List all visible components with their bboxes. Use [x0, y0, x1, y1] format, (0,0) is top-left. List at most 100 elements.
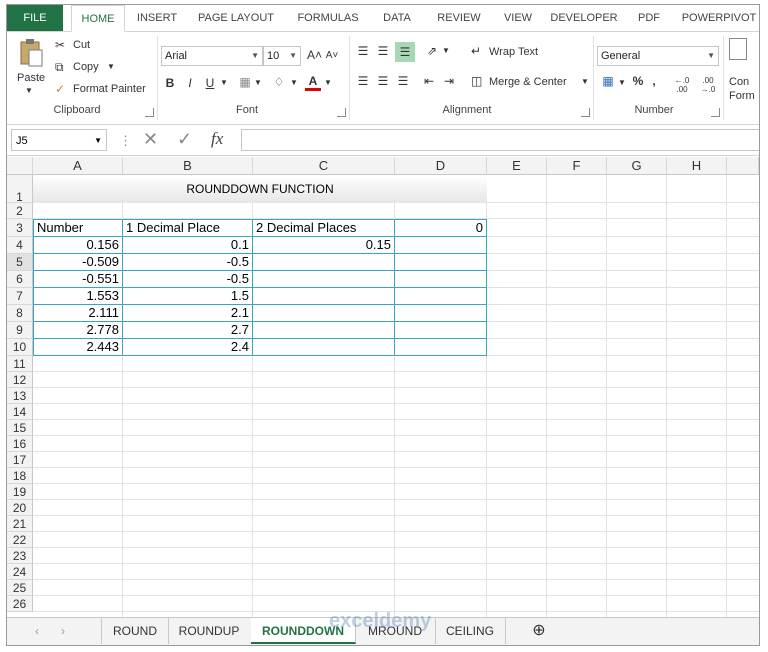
- row-header[interactable]: 16: [7, 436, 33, 452]
- accounting-format-icon[interactable]: ▦: [599, 74, 617, 88]
- row-header[interactable]: 22: [7, 532, 33, 548]
- column-header[interactable]: G: [607, 157, 667, 175]
- table-cell[interactable]: 2.4: [123, 339, 252, 355]
- table-cell[interactable]: -0.509: [34, 254, 122, 270]
- tab-data[interactable]: DATA: [375, 5, 419, 31]
- row-header[interactable]: 9: [7, 322, 33, 339]
- sheet-tab-ceiling[interactable]: CEILING: [435, 618, 506, 644]
- clipboard-launcher-icon[interactable]: [145, 108, 154, 117]
- column-header[interactable]: A: [33, 157, 123, 175]
- chevron-down-icon[interactable]: ▼: [219, 78, 229, 87]
- name-box[interactable]: J5 ▼: [11, 129, 107, 151]
- row-header[interactable]: 23: [7, 548, 33, 564]
- table-header-cell[interactable]: 0: [395, 220, 486, 236]
- increase-indent-icon[interactable]: ⇥: [441, 74, 457, 88]
- row-header[interactable]: 24: [7, 564, 33, 580]
- merge-center-button[interactable]: ◫ Merge & Center ▼: [471, 74, 591, 92]
- sheet-tab-roundup[interactable]: ROUNDUP: [167, 618, 252, 644]
- conditional-formatting-button[interactable]: Con Form: [727, 36, 759, 102]
- number-format-select[interactable]: General ▼: [597, 46, 719, 66]
- alignment-launcher-icon[interactable]: [581, 108, 590, 117]
- underline-button[interactable]: U: [203, 76, 217, 90]
- table-header-cell[interactable]: 1 Decimal Place: [123, 220, 252, 236]
- table-cell[interactable]: 1.5: [123, 288, 252, 304]
- borders-icon[interactable]: ▦: [237, 75, 253, 89]
- row-header[interactable]: 6: [7, 271, 33, 288]
- column-header[interactable]: C: [253, 157, 395, 175]
- row-header[interactable]: 17: [7, 452, 33, 468]
- table-cell[interactable]: 1.553: [34, 288, 122, 304]
- font-launcher-icon[interactable]: [337, 108, 346, 117]
- column-header[interactable]: E: [487, 157, 547, 175]
- tab-review[interactable]: REVIEW: [431, 5, 487, 31]
- column-header[interactable]: [727, 157, 759, 175]
- bold-button[interactable]: B: [163, 76, 177, 90]
- format-painter-button[interactable]: ✓ Format Painter: [55, 82, 151, 98]
- align-right-icon[interactable]: ☰: [395, 74, 411, 88]
- row-header[interactable]: 7: [7, 288, 33, 305]
- tab-powerpivot[interactable]: POWERPIVOT: [679, 5, 759, 31]
- align-bottom-icon[interactable]: ☰: [395, 42, 415, 62]
- align-left-icon[interactable]: ☰: [355, 74, 371, 88]
- table-cell[interactable]: -0.5: [123, 271, 252, 287]
- row-header[interactable]: 5: [7, 254, 33, 271]
- row-header[interactable]: 20: [7, 500, 33, 516]
- copy-button[interactable]: ⧉ Copy ▼: [55, 60, 125, 76]
- decrease-decimal-button[interactable]: .00 →.0: [697, 76, 719, 94]
- cancel-icon[interactable]: ✕: [143, 129, 158, 150]
- font-name-select[interactable]: Arial ▼: [161, 46, 263, 66]
- tab-formulas[interactable]: FORMULAS: [289, 5, 367, 31]
- insert-function-icon[interactable]: fx: [211, 129, 223, 149]
- row-header[interactable]: 15: [7, 420, 33, 436]
- align-center-icon[interactable]: ☰: [375, 74, 391, 88]
- chevron-down-icon[interactable]: ▼: [253, 78, 263, 87]
- chevron-down-icon[interactable]: ▼: [617, 78, 627, 87]
- column-header[interactable]: F: [547, 157, 607, 175]
- tab-page-layout[interactable]: PAGE LAYOUT: [193, 5, 279, 31]
- align-top-icon[interactable]: ☰: [355, 44, 371, 58]
- worksheet-grid[interactable]: A B C D E F G H 1 2 3 4 5 6 7 8 9 10 11 …: [7, 157, 759, 617]
- table-cell[interactable]: 0.1: [123, 237, 252, 253]
- row-header[interactable]: 13: [7, 388, 33, 404]
- table-cell[interactable]: 2.1: [123, 305, 252, 321]
- table-header-cell[interactable]: 2 Decimal Places: [253, 220, 394, 236]
- table-cell[interactable]: 2.778: [34, 322, 122, 338]
- tab-file[interactable]: FILE: [7, 5, 63, 31]
- row-header[interactable]: 19: [7, 484, 33, 500]
- decrease-indent-icon[interactable]: ⇤: [421, 74, 437, 88]
- row-header[interactable]: 25: [7, 580, 33, 596]
- font-size-select[interactable]: 10 ▼: [263, 46, 301, 66]
- row-header[interactable]: 2: [7, 203, 33, 219]
- tab-insert[interactable]: INSERT: [131, 5, 183, 31]
- tab-view[interactable]: VIEW: [497, 5, 539, 31]
- table-cell[interactable]: 2.7: [123, 322, 252, 338]
- table-cell[interactable]: 0.156: [34, 237, 122, 253]
- tab-pdf[interactable]: PDF: [631, 5, 667, 31]
- sheet-tab-round[interactable]: ROUND: [101, 618, 169, 644]
- shrink-font-button[interactable]: A˅: [325, 50, 339, 61]
- fill-color-icon[interactable]: ♢: [271, 75, 287, 89]
- increase-decimal-button[interactable]: ←.0 .00: [671, 76, 693, 94]
- cut-button[interactable]: ✂ Cut: [55, 38, 115, 54]
- formula-input[interactable]: [241, 129, 759, 151]
- row-header[interactable]: 8: [7, 305, 33, 322]
- row-header[interactable]: 14: [7, 404, 33, 420]
- add-sheet-icon[interactable]: ⊕: [527, 618, 551, 644]
- number-launcher-icon[interactable]: [711, 108, 720, 117]
- row-header[interactable]: 10: [7, 339, 33, 356]
- grow-font-button[interactable]: A˄: [307, 48, 322, 62]
- column-header[interactable]: D: [395, 157, 487, 175]
- row-header[interactable]: 11: [7, 356, 33, 372]
- table-cell[interactable]: 2.443: [34, 339, 122, 355]
- tab-developer[interactable]: DEVELOPER: [547, 5, 621, 31]
- chevron-down-icon[interactable]: ▼: [323, 78, 333, 87]
- row-header[interactable]: 18: [7, 468, 33, 484]
- column-header[interactable]: B: [123, 157, 253, 175]
- column-header[interactable]: H: [667, 157, 727, 175]
- scroll-right-icon[interactable]: ›: [53, 618, 73, 644]
- percent-button[interactable]: %: [631, 74, 645, 88]
- orientation-icon[interactable]: ⇗: [423, 44, 441, 58]
- row-header[interactable]: 12: [7, 372, 33, 388]
- table-cell[interactable]: -0.551: [34, 271, 122, 287]
- row-header[interactable]: 3: [7, 219, 33, 237]
